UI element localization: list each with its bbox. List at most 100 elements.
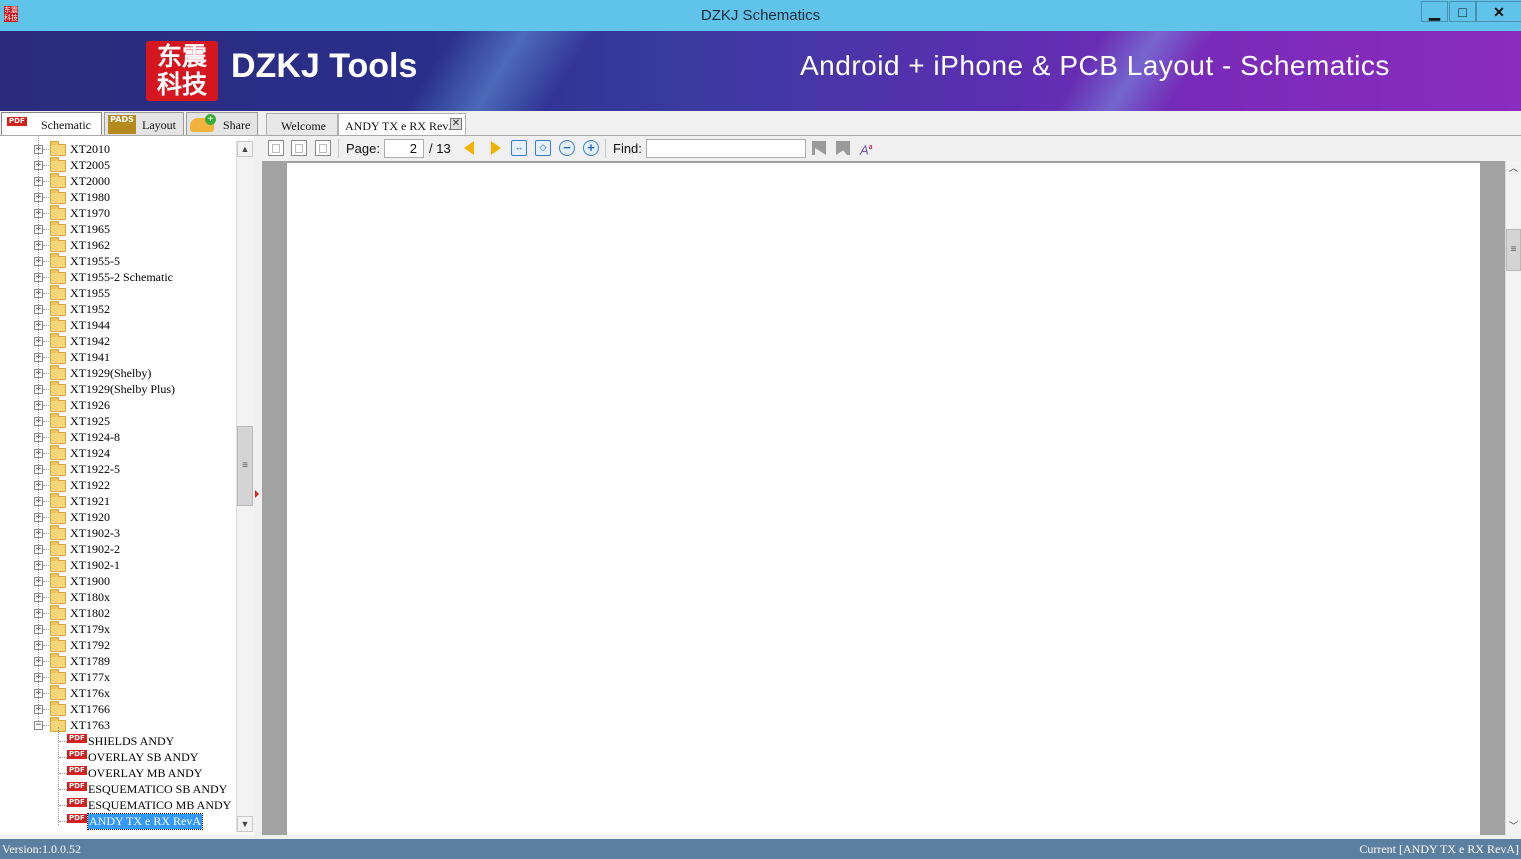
highlight-text-icon[interactable]: Aa (860, 140, 876, 157)
minimize-button[interactable]: ▁ (1421, 1, 1448, 22)
tree-folder-node[interactable]: + XT179x (0, 621, 236, 637)
page-label: Page: (346, 141, 380, 156)
find-next-icon[interactable] (836, 141, 850, 155)
tree-folder-node[interactable]: + XT1955-5 (0, 253, 236, 269)
tab-close-icon[interactable]: ✕ (450, 118, 462, 130)
banner-tagline: Android + iPhone & PCB Layout - Schemati… (800, 50, 1390, 81)
tree-connector (43, 389, 49, 390)
file-tree[interactable]: + XT2010 + XT2005 + XT2000 + XT1980 + XT1970 + XT19… (0, 136, 254, 835)
tree-folder-node[interactable]: + XT1922 (0, 477, 236, 493)
tree-folder-node[interactable]: − XT1763 (0, 717, 236, 733)
folder-icon (50, 317, 66, 332)
folder-icon (50, 221, 66, 236)
tree-folder-node[interactable]: + XT1962 (0, 237, 236, 253)
tree-file-node[interactable]: PDF SHIELDS ANDY (0, 733, 236, 749)
folder-icon (50, 157, 66, 172)
tree-folder-node[interactable]: + XT1944 (0, 317, 236, 333)
tree-folder-node[interactable]: + XT1902-3 (0, 525, 236, 541)
tree-connector (43, 277, 49, 278)
banner-light-streak (405, 31, 595, 111)
scroll-up-icon[interactable]: ▲ (237, 141, 253, 157)
single-page-icon[interactable] (268, 140, 284, 156)
tree-connector (43, 357, 49, 358)
banner: 东震 科技 DZKJ Tools Android + iPhone & PCB L… (0, 31, 1521, 111)
folder-icon (50, 509, 66, 524)
tree-folder-node[interactable]: + XT1792 (0, 637, 236, 653)
tree-folder-node[interactable]: + XT180x (0, 589, 236, 605)
panel-splitter[interactable] (254, 136, 262, 835)
tree-folder-node[interactable]: + XT2005 (0, 157, 236, 173)
tree-folder-node[interactable]: + XT1766 (0, 701, 236, 717)
tree-file-node[interactable]: PDF ANDY TX e RX RevA (0, 813, 236, 830)
folder-icon (50, 685, 66, 700)
tree-folder-node[interactable]: + XT1925 (0, 413, 236, 429)
tree-folder-node[interactable]: + XT1929(Shelby Plus) (0, 381, 236, 397)
tree-connector (43, 549, 49, 550)
scroll-thumb[interactable]: ≡ (1506, 229, 1521, 271)
tree-folder-node[interactable]: + XT1929(Shelby) (0, 365, 236, 381)
tab-layout[interactable]: PADS Layout (104, 112, 184, 136)
document-scrollbar[interactable]: ︿ ≡ ﹀ (1505, 161, 1521, 835)
tree-folder-node[interactable]: + XT1802 (0, 605, 236, 621)
scroll-up-icon[interactable]: ︿ (1506, 161, 1521, 177)
tree-connector (43, 485, 49, 486)
fit-width-icon[interactable]: ↔ (511, 140, 527, 156)
scroll-down-icon[interactable]: ▼ (237, 816, 253, 832)
tree-folder-node[interactable]: + XT2000 (0, 173, 236, 189)
tree-folder-label: XT1922 (70, 478, 110, 492)
tab-share[interactable]: + Share (186, 112, 258, 136)
tree-folder-node[interactable]: + XT176x (0, 685, 236, 701)
tree-folder-node[interactable]: + XT1902-1 (0, 557, 236, 573)
tree-folder-node[interactable]: + XT1920 (0, 509, 236, 525)
tree-folder-label: XT1929(Shelby Plus) (70, 382, 175, 396)
zoom-out-icon[interactable]: − (559, 140, 575, 156)
tree-scrollbar[interactable]: ▲ ≡ ▼ (236, 141, 254, 832)
tab-schematic[interactable]: PDF Schematic (1, 112, 102, 136)
tree-connector (43, 469, 49, 470)
page-number-input[interactable]: 2 (384, 139, 424, 158)
tree-folder-node[interactable]: + XT1900 (0, 573, 236, 589)
tree-folder-node[interactable]: + XT1924 (0, 445, 236, 461)
next-page-icon[interactable] (491, 141, 501, 155)
previous-page-icon[interactable] (464, 141, 474, 155)
tree-folder-label: XT179x (70, 622, 110, 636)
collapse-icon[interactable]: − (34, 721, 43, 730)
scroll-down-icon[interactable]: ﹀ (1506, 819, 1521, 835)
tree-folder-node[interactable]: + XT1955-2 Schematic (0, 269, 236, 285)
facing-pages-icon[interactable] (291, 140, 307, 156)
tree-folder-node[interactable]: + XT1970 (0, 205, 236, 221)
tree-folder-node[interactable]: + XT1942 (0, 333, 236, 349)
continuous-pages-icon[interactable] (315, 140, 331, 156)
tree-connector (43, 405, 49, 406)
fit-page-icon[interactable]: ◇ (535, 140, 551, 156)
tree-folder-node[interactable]: + XT2010 (0, 141, 236, 157)
scroll-thumb[interactable]: ≡ (237, 426, 253, 506)
folder-icon (50, 413, 66, 428)
tree-file-node[interactable]: PDF OVERLAY SB ANDY (0, 749, 236, 765)
tree-file-node[interactable]: PDF ESQUEMATICO MB ANDY (0, 797, 236, 813)
collapse-arrow-icon[interactable] (255, 490, 259, 498)
tree-folder-node[interactable]: + XT1965 (0, 221, 236, 237)
tree-folder-node[interactable]: + XT1789 (0, 653, 236, 669)
tree-folder-node[interactable]: + XT1902-2 (0, 541, 236, 557)
tree-folder-node[interactable]: + XT1941 (0, 349, 236, 365)
tree-folder-node[interactable]: + XT1952 (0, 301, 236, 317)
zoom-in-icon[interactable]: + (583, 140, 599, 156)
tree-folder-node[interactable]: + XT1924-8 (0, 429, 236, 445)
tree-file-node[interactable]: PDF OVERLAY MB ANDY (0, 765, 236, 781)
tree-file-node[interactable]: PDF ESQUEMATICO SB ANDY (0, 781, 236, 797)
find-input[interactable] (646, 139, 806, 158)
tree-folder-node[interactable]: + XT177x (0, 669, 236, 685)
maximize-button[interactable]: □ (1449, 1, 1476, 22)
document-page[interactable] (287, 163, 1480, 835)
tree-folder-node[interactable]: + XT1955 (0, 285, 236, 301)
find-label: Find: (613, 141, 642, 156)
close-button[interactable]: ✕ (1476, 1, 1521, 22)
tree-folder-node[interactable]: + XT1922-5 (0, 461, 236, 477)
tab-document[interactable]: ANDY TX e RX RevA ✕ (338, 113, 466, 136)
tree-folder-node[interactable]: + XT1980 (0, 189, 236, 205)
tab-welcome[interactable]: Welcome (266, 113, 338, 136)
tree-folder-node[interactable]: + XT1921 (0, 493, 236, 509)
tree-folder-node[interactable]: + XT1926 (0, 397, 236, 413)
find-first-icon[interactable] (812, 141, 826, 155)
